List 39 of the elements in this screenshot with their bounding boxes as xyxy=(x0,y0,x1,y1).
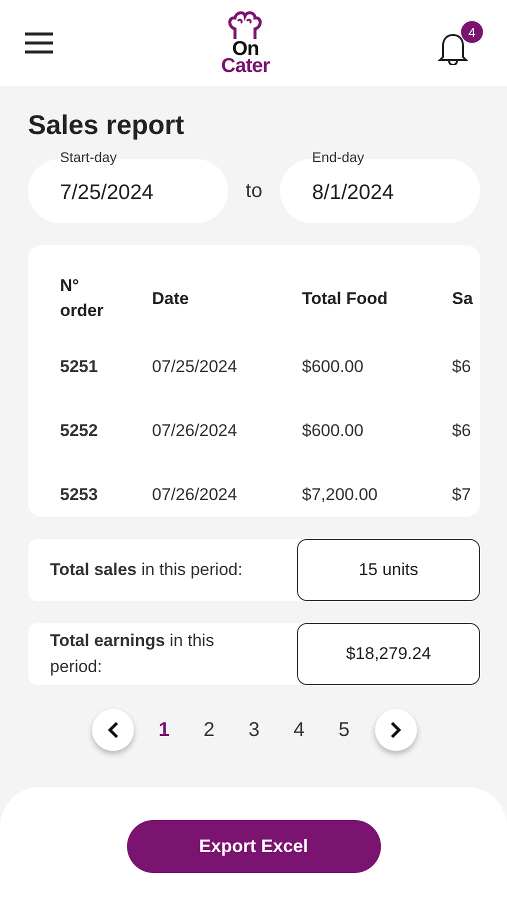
column-header: Sa xyxy=(452,288,474,310)
notification-button[interactable]: 4 xyxy=(436,21,483,65)
table-cell-text: $600.00 xyxy=(302,356,364,378)
table-cell-text: 5251 xyxy=(60,356,99,378)
summary-label: Total sales in this period: xyxy=(50,558,244,581)
summary-value: 15 units xyxy=(297,539,480,601)
table-cell-text: $6 xyxy=(452,356,472,378)
page-number[interactable]: 2 xyxy=(186,718,232,742)
export-button[interactable]: Export Excel xyxy=(126,820,380,873)
chevron-left-icon xyxy=(106,721,118,739)
notification-badge: 4 xyxy=(460,21,483,43)
range-separator: to xyxy=(244,180,264,203)
page-number[interactable]: 5 xyxy=(322,718,366,742)
menu-icon[interactable] xyxy=(24,32,54,54)
table-cell-text: 07/25/2024 xyxy=(152,356,238,378)
column-header: N° order xyxy=(60,275,104,322)
table-cell-text: 07/26/2024 xyxy=(152,420,238,442)
field-value: 7/25/2024 xyxy=(60,181,154,205)
table-cell-text: $7,200.00 xyxy=(302,484,379,506)
page-number[interactable]: 3 xyxy=(232,718,276,742)
table-cell-text: $6 xyxy=(452,420,472,442)
bell-icon xyxy=(436,31,469,65)
chevron-right-icon xyxy=(390,721,402,739)
column-header: Total Food xyxy=(302,288,389,310)
field-value: 8/1/2024 xyxy=(312,181,394,205)
table-cell-text: $7 xyxy=(452,484,472,506)
page-number[interactable]: 1 xyxy=(142,718,186,742)
page-number[interactable]: 4 xyxy=(276,718,322,742)
column-header: Date xyxy=(152,288,190,310)
summary-value: $18,279.24 xyxy=(297,623,480,685)
table-cell-text: 5252 xyxy=(60,420,99,442)
table-cell-text: 07/26/2024 xyxy=(152,484,238,506)
next-page-button[interactable] xyxy=(374,709,416,751)
logo: On Cater xyxy=(221,11,270,75)
page-title: Sales report xyxy=(28,110,186,141)
summary-label: Total earnings in this period: xyxy=(50,630,216,678)
table-cell-text: $600.00 xyxy=(302,420,364,442)
table-cell-text: 5253 xyxy=(60,484,99,506)
previous-page-button[interactable] xyxy=(92,709,134,751)
